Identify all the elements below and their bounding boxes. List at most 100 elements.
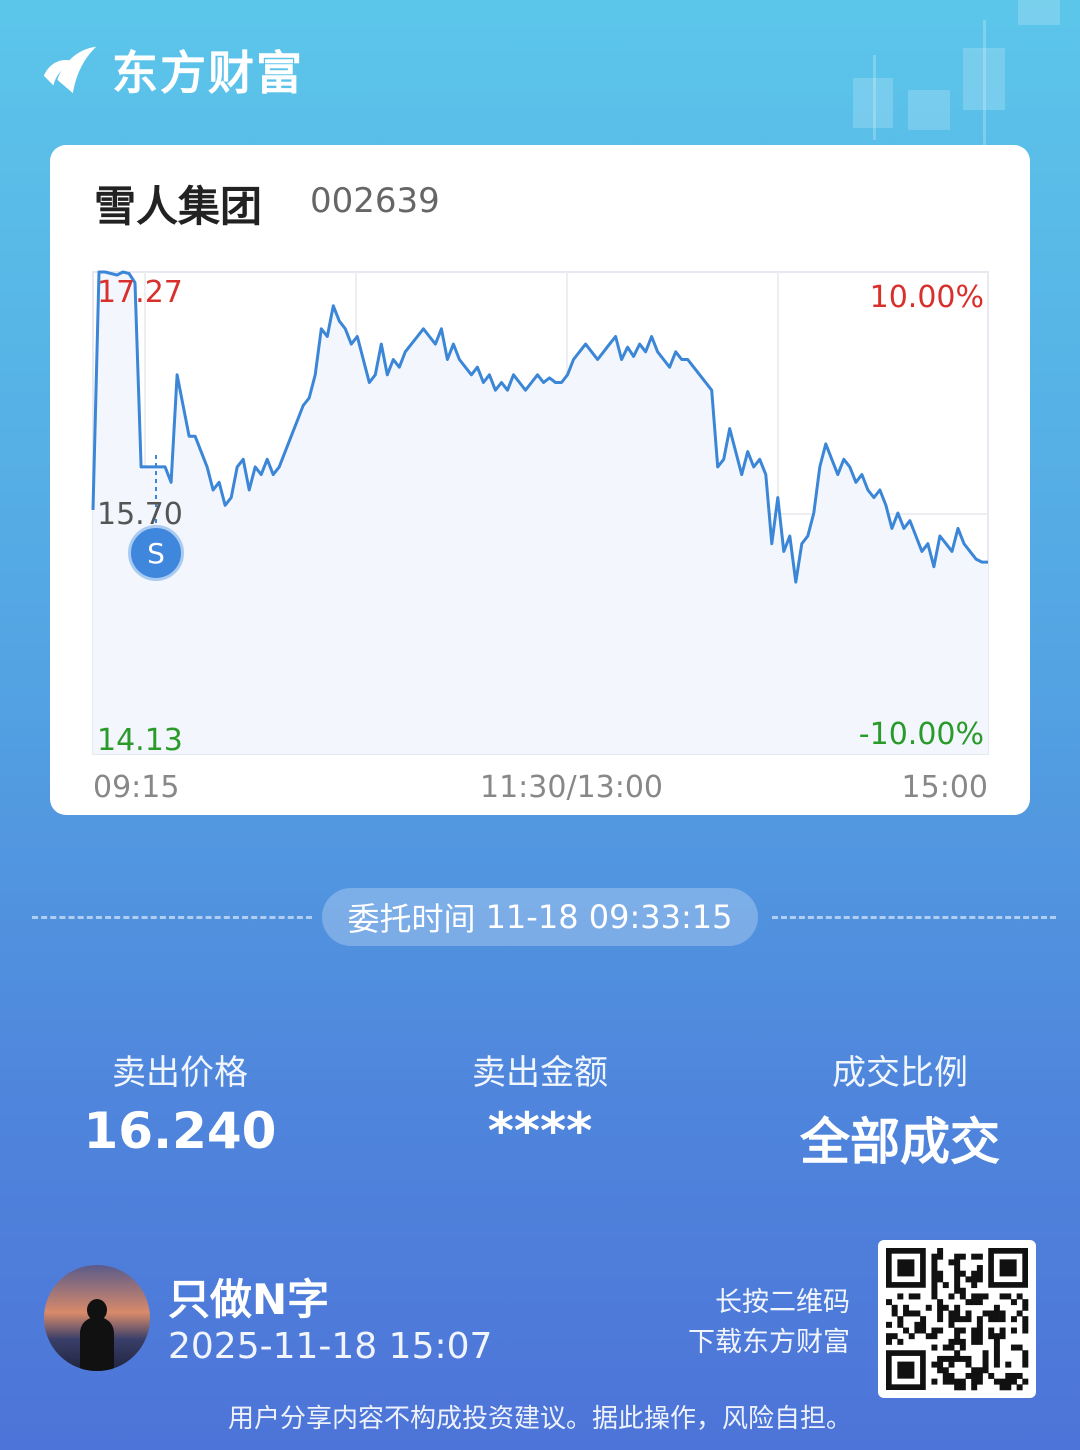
qr-finder-module [897,1259,915,1277]
share-timestamp: 2025-11-18 15:07 [168,1326,493,1367]
qr-module [948,1361,955,1368]
qr-module [976,1270,983,1277]
qr-module [982,1310,989,1317]
dashed-line-left [32,916,312,919]
y-high-label: 17.27 [97,275,183,310]
qr-module [931,1276,938,1283]
qr-module [1022,1350,1029,1357]
brand-logo: 东方财富 [40,40,304,100]
qr-module [993,1310,1000,1317]
qr-module [920,1327,927,1334]
qr-module [931,1259,938,1266]
qr-module [988,1333,995,1340]
qr-module [954,1338,961,1345]
qr-module [965,1276,972,1283]
qr-module [942,1304,949,1311]
qr-module [954,1355,961,1362]
stat-label: 成交比例 [832,1053,968,1093]
qr-module [931,1333,938,1340]
qr-module [959,1253,966,1260]
qr-module [1005,1378,1012,1385]
stat-value: 全部成交 [800,1113,1000,1171]
qr-module [971,1333,978,1340]
qr-module [948,1321,955,1328]
user-avatar[interactable] [44,1265,150,1371]
qr-module [971,1253,978,1260]
pct-low-label: -10.00% [858,717,984,752]
qr-module [1016,1344,1023,1351]
qr-module [931,1282,938,1289]
qr-module [1022,1361,1029,1368]
qr-module [931,1344,938,1351]
qr-module [1010,1316,1017,1323]
qr-module [976,1338,983,1345]
qr-module [971,1338,978,1345]
qr-module [948,1355,955,1362]
qr-module [937,1327,944,1334]
qr-module [1010,1327,1017,1334]
qr-module [971,1384,978,1391]
intraday-price-chart [91,270,989,755]
pct-high-label: 10.00% [869,280,984,315]
qr-module [954,1259,961,1266]
qr-module [914,1321,921,1328]
qr-finder-module [999,1259,1017,1277]
y-mid-label: 15.70 [97,497,183,532]
qr-hint-line2: 下载东方财富 [688,1327,850,1358]
stat-value: **** [487,1102,593,1160]
qr-module [908,1333,915,1340]
qr-finder-module [897,1361,915,1379]
qr-module [1016,1293,1023,1300]
qr-code-icon[interactable] [878,1240,1036,1398]
qr-module [971,1299,978,1306]
qr-module [942,1372,949,1379]
qr-module [920,1316,927,1323]
stat-label: 卖出价格 [112,1053,248,1093]
qr-module [976,1327,983,1334]
qr-module [886,1299,892,1306]
qr-module [971,1372,978,1379]
qr-module [931,1287,938,1294]
y-low-label: 14.13 [97,723,183,758]
qr-module [937,1299,944,1306]
qr-module [948,1338,955,1345]
qr-module [954,1333,961,1340]
qr-module [971,1378,978,1385]
avatar-silhouette-body [80,1317,114,1371]
qr-module [976,1276,983,1283]
qr-module [999,1327,1006,1334]
qr-module [959,1355,966,1362]
qr-module [965,1355,972,1362]
qr-module [948,1293,955,1300]
time-start-label: 09:15 [93,770,180,805]
qr-module [965,1372,972,1379]
price-area-fill [93,272,988,754]
qr-module [982,1355,989,1362]
qr-module [999,1293,1006,1300]
qr-hint: 长按二维码 下载东方财富 [660,1283,850,1363]
qr-module [965,1316,972,1323]
sell-marker[interactable]: S [128,525,184,581]
user-name[interactable]: 只做N字 [168,1266,329,1327]
qr-module [937,1304,944,1311]
qr-module [1022,1299,1029,1306]
qr-module [959,1378,966,1385]
qr-module [931,1327,938,1334]
qr-module [931,1293,938,1300]
qr-module [931,1378,938,1385]
qr-module [959,1344,966,1351]
qr-module [982,1350,989,1357]
qr-module [971,1293,978,1300]
qr-module [993,1304,1000,1311]
qr-module [1022,1321,1029,1328]
disclaimer: 用户分享内容不构成投资建议。据此操作，风险自担。 [227,1404,852,1434]
qr-module [931,1253,938,1260]
qr-module [948,1344,955,1351]
trade-stats: 卖出价格 16.240 卖出金额 **** 成交比例 全部成交 [0,1045,1080,1171]
qr-module [954,1310,961,1317]
qr-module [937,1248,944,1254]
qr-module [954,1270,961,1277]
qr-module [891,1310,898,1317]
qr-module [942,1367,949,1374]
qr-module [1005,1384,1012,1391]
